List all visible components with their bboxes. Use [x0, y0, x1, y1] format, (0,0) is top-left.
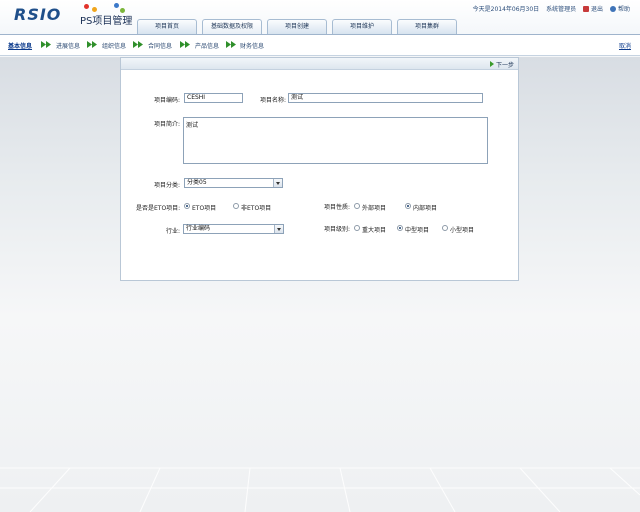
help-icon [609, 6, 616, 12]
step-contract-info[interactable]: 合同信息 [148, 41, 172, 50]
project-code-input[interactable]: CESHI [184, 93, 243, 103]
logout-label: 退出 [591, 6, 604, 13]
chevron-down-icon[interactable] [274, 225, 283, 233]
industry-label: 行业: [166, 228, 181, 235]
project-level-label: 项目级别: [324, 226, 351, 233]
date-text: 今天是2014年06月30日 [472, 6, 540, 13]
step-finance-info[interactable]: 财务信息 [240, 41, 264, 50]
major-project-label: 重大项目 [362, 227, 387, 234]
step-arrow-icon [87, 41, 97, 48]
header-status: 今天是2014年06月30日 系统管理员 退出 帮助 [468, 4, 630, 13]
step-arrow-icon [133, 41, 143, 48]
non-eto-option-label: 非ETO项目 [241, 205, 272, 212]
logout-icon [583, 6, 590, 12]
project-category-label: 项目分类: [154, 182, 181, 189]
next-step-label: 下一步 [495, 62, 514, 69]
internal-project-label: 内部项目 [413, 205, 438, 212]
next-step-button[interactable]: 下一步 [489, 60, 514, 69]
help-button[interactable]: 帮助 [609, 6, 630, 13]
industry-select[interactable]: 行业编码 [183, 224, 284, 234]
app-title: PS项目管理 [80, 16, 133, 27]
step-progress-info[interactable]: 进展信息 [56, 41, 80, 50]
non-eto-radio[interactable] [233, 203, 239, 209]
tab-project-create[interactable]: 项目创建 [267, 19, 327, 34]
step-arrow-icon [41, 41, 51, 48]
step-basic-info[interactable]: 基本信息 [8, 41, 32, 50]
step-arrow-icon [226, 41, 236, 48]
small-project-label: 小型项目 [450, 227, 475, 234]
tab-basic-data[interactable]: 基础数据及权限 [202, 19, 262, 34]
tab-project-maintain[interactable]: 项目维护 [332, 19, 392, 34]
next-arrow-icon [489, 61, 494, 67]
project-category-select[interactable]: 分类05 [184, 178, 283, 188]
step-org-info[interactable]: 组织信息 [102, 41, 126, 50]
medium-project-radio[interactable] [397, 225, 403, 231]
project-desc-textarea[interactable]: 测试 [183, 117, 488, 164]
eto-radio[interactable] [184, 203, 190, 209]
user-name[interactable]: 系统管理员 [546, 6, 576, 13]
cancel-link[interactable]: 取消 [619, 41, 631, 50]
floor-grid-decoration [0, 467, 640, 512]
eto-option-label: ETO项目 [192, 205, 217, 212]
industry-value: 行业编码 [186, 225, 211, 232]
step-product-info[interactable]: 产品信息 [195, 41, 219, 50]
tab-project-cluster[interactable]: 项目集群 [397, 19, 457, 34]
is-eto-label: 是否是ETO项目: [136, 205, 181, 212]
basic-info-panel: 下一步 项目编码: CESHI 项目名称: 测试 项目简介: 测试 项目分类: … [120, 57, 519, 281]
brand-logo: RSIO [14, 7, 72, 23]
step-breadcrumb: 基本信息 进展信息 组织信息 合同信息 产品信息 财务信息 取消 [0, 35, 640, 56]
help-label: 帮助 [617, 6, 630, 13]
external-project-radio[interactable] [354, 203, 360, 209]
external-project-label: 外部项目 [362, 205, 387, 212]
step-arrow-icon [180, 41, 190, 48]
logo-text: RSIO [14, 5, 62, 24]
project-nature-label: 项目性质: [324, 204, 351, 211]
major-project-radio[interactable] [354, 225, 360, 231]
project-desc-label: 项目简介: [154, 121, 181, 128]
small-project-radio[interactable] [442, 225, 448, 231]
app-header: RSIO PS项目管理 今天是2014年06月30日 系统管理员 退出 帮助 项… [0, 0, 640, 34]
logout-button[interactable]: 退出 [583, 6, 605, 13]
internal-project-radio[interactable] [405, 203, 411, 209]
panel-toolbar: 下一步 [121, 58, 518, 70]
tab-home[interactable]: 项目首页 [137, 19, 197, 34]
project-category-value: 分类05 [187, 179, 207, 186]
medium-project-label: 中型项目 [405, 227, 430, 234]
project-name-input[interactable]: 测试 [288, 93, 483, 103]
project-name-label: 项目名称: [260, 97, 287, 104]
project-code-label: 项目编码: [154, 97, 181, 104]
chevron-down-icon[interactable] [273, 179, 282, 187]
